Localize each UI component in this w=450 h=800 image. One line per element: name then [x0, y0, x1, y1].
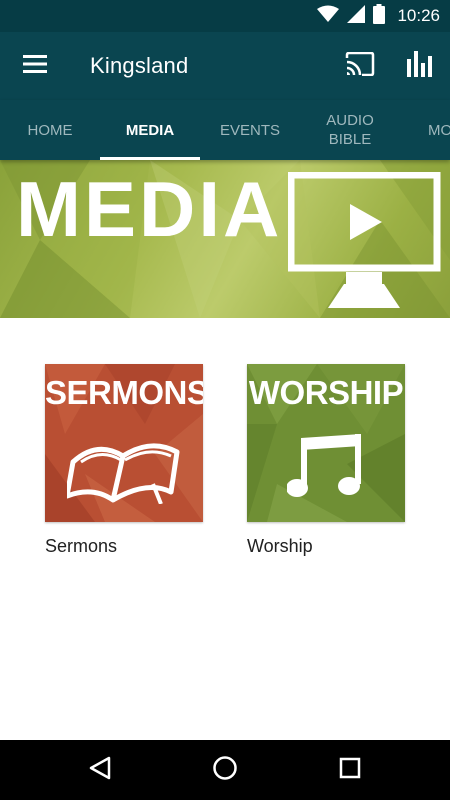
- tab-media[interactable]: MEDIA: [100, 100, 200, 160]
- home-button[interactable]: [195, 750, 255, 790]
- monitor-play-icon: [287, 171, 444, 317]
- cast-icon: [345, 51, 375, 81]
- tab-more[interactable]: MO: [400, 100, 450, 160]
- app-bar: Kingsland: [0, 32, 450, 100]
- open-book-icon: [64, 422, 183, 509]
- wifi-icon: [317, 5, 340, 28]
- status-bar: 10:26: [0, 0, 450, 32]
- banner-title: MEDIA: [16, 165, 283, 253]
- back-icon: [89, 756, 111, 785]
- app-title: Kingsland: [90, 53, 189, 78]
- sermons-thumbnail: SERMONS: [45, 364, 203, 522]
- home-icon: [212, 755, 238, 786]
- media-banner: MEDIA: [0, 160, 450, 318]
- cast-button[interactable]: [338, 48, 382, 84]
- status-time: 10:26: [397, 6, 440, 25]
- tab-audio-bible[interactable]: AUDIO BIBLE: [300, 100, 400, 160]
- worship-card[interactable]: WORSHIP Worship: [247, 364, 405, 557]
- battery-icon: [373, 3, 386, 29]
- recents-button[interactable]: [320, 750, 380, 790]
- sermons-label: Sermons: [45, 536, 118, 556]
- worship-thumb-title: WORSHIP: [248, 374, 404, 411]
- tab-home[interactable]: HOME: [0, 100, 100, 160]
- back-button[interactable]: [70, 750, 130, 790]
- tab-events[interactable]: EVENTS: [200, 100, 300, 160]
- stats-icon: [407, 50, 433, 82]
- music-note-icon: [286, 434, 367, 505]
- media-content: SERMONS Sermons WORSHIP Worship: [0, 318, 450, 740]
- worship-thumbnail: WORSHIP: [247, 364, 405, 522]
- status-icons: 10:26: [317, 0, 440, 32]
- system-nav-bar: [0, 740, 450, 800]
- stats-button[interactable]: [398, 48, 442, 84]
- tab-indicator: [100, 157, 200, 160]
- sermons-thumb-title: SERMONS: [45, 374, 203, 411]
- menu-icon: [23, 54, 47, 78]
- cellular-signal-icon: [347, 4, 366, 28]
- sermons-card[interactable]: SERMONS Sermons: [45, 364, 203, 557]
- menu-button[interactable]: [14, 48, 56, 84]
- recents-icon: [339, 757, 361, 784]
- tab-bar: HOME MEDIA EVENTS AUDIO BIBLE MO: [0, 100, 450, 160]
- worship-label: Worship: [247, 536, 313, 556]
